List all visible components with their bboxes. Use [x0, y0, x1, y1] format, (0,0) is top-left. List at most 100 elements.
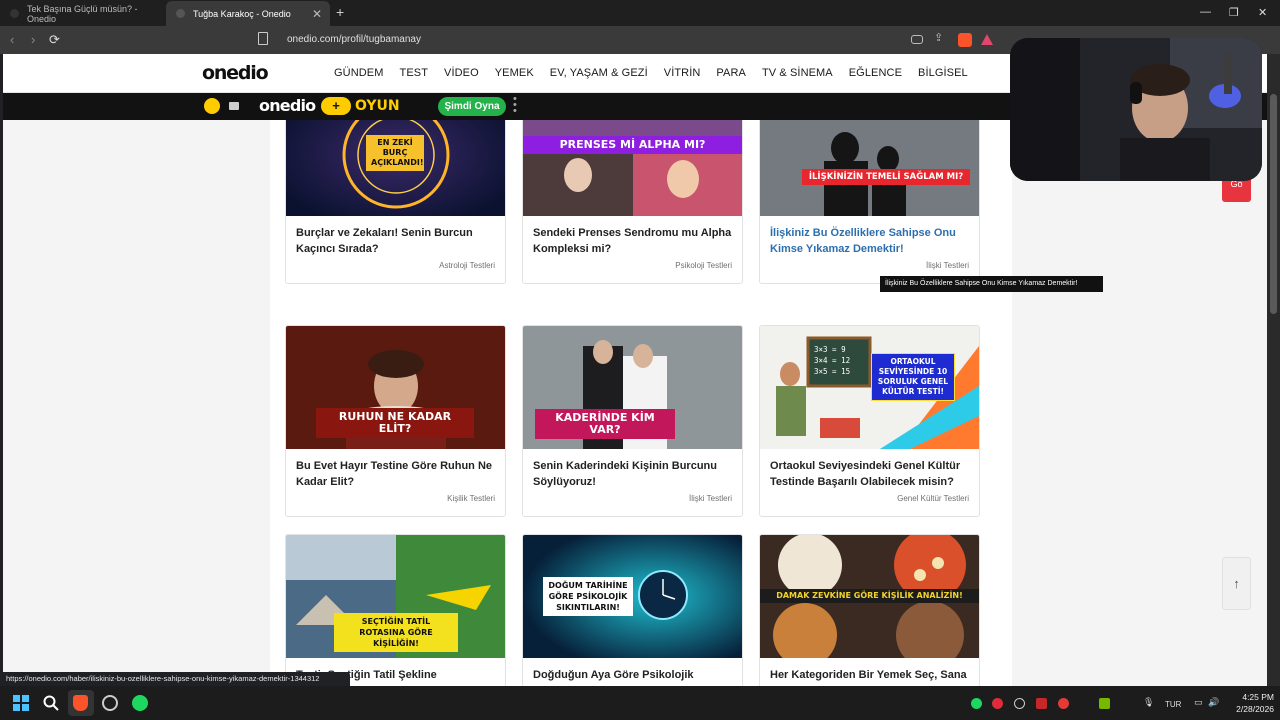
nvidia-icon[interactable]: [1099, 698, 1110, 709]
menu-item-eglence[interactable]: EĞLENCE: [849, 67, 902, 79]
tray-app-icon[interactable]: [992, 698, 1003, 709]
onedio-favicon-icon: [10, 9, 19, 18]
main-menu: GÜNDEM TEST VİDEO YEMEK EV, YAŞAM & GEZİ…: [334, 67, 984, 79]
card-image-caption: EN ZEKİ BURÇ AÇIKLANDI!: [366, 135, 424, 171]
search-icon[interactable]: [43, 695, 59, 711]
menu-item-video[interactable]: VİDEO: [444, 67, 479, 79]
back-icon[interactable]: ‹: [10, 32, 14, 47]
couple-silhouette-image: [760, 120, 979, 216]
test-card[interactable]: KADERİNDE KİM VAR? Senin Kaderindeki Kiş…: [522, 325, 743, 517]
test-card[interactable]: 3×3 = 9 3×4 = 12 3×5 = 15 ORTAOKUL SEVİY…: [759, 325, 980, 517]
brave-browser-icon[interactable]: [73, 695, 88, 711]
scrollbar-thumb[interactable]: [1270, 94, 1277, 314]
test-card[interactable]: SEÇTİĞİN TATİL ROTASINA GÖRE KİŞİLİĞİN! …: [285, 534, 506, 686]
menu-item-test[interactable]: TEST: [400, 67, 429, 79]
card-category[interactable]: İlişki Testleri: [689, 494, 732, 503]
link-tooltip: İlişkiniz Bu Özelliklere Sahipse Onu Kim…: [880, 276, 1103, 292]
tray-app-icon[interactable]: [1014, 698, 1025, 709]
share-icon[interactable]: ⇪: [934, 31, 948, 45]
url-input[interactable]: onedio.com/profil/tugbamanay: [287, 34, 421, 45]
spotify-icon[interactable]: [132, 695, 148, 711]
spotify-tray-icon[interactable]: [971, 698, 982, 709]
oyun-plus-icon: +: [321, 97, 351, 115]
card-title[interactable]: Ortaokul Seviyesindeki Genel Kültür Test…: [770, 458, 970, 490]
blackboard-math: 3×3 = 9 3×4 = 12 3×5 = 15: [814, 344, 850, 377]
restore-icon[interactable]: ❐: [1229, 6, 1239, 19]
gamepad-icon: [204, 98, 220, 114]
card-thumbnail: SEÇTİĞİN TATİL ROTASINA GÖRE KİŞİLİĞİN!: [286, 535, 505, 658]
cast-icon[interactable]: [911, 35, 923, 44]
menu-item-tv-sinema[interactable]: TV & SİNEMA: [762, 67, 833, 79]
reload-icon[interactable]: ⟳: [49, 32, 60, 48]
onedio-logo[interactable]: onedio: [202, 62, 269, 84]
card-image-caption: KADERİNDE KİM VAR?: [535, 409, 675, 439]
close-tab-icon[interactable]: ✕: [312, 7, 322, 21]
page-scrollbar[interactable]: [1267, 54, 1280, 686]
menu-item-bilgisel[interactable]: BİLGİSEL: [918, 67, 968, 79]
tray-app-icon[interactable]: [1036, 698, 1047, 709]
tray-app-icon[interactable]: [1058, 698, 1069, 709]
menu-item-vitrin[interactable]: VİTRİN: [664, 67, 701, 79]
card-title[interactable]: Bu Evet Hayır Testine Göre Ruhun Ne Kada…: [296, 458, 496, 490]
windows-start-icon[interactable]: [13, 695, 29, 711]
card-title[interactable]: Sendeki Prenses Sendromu mu Alpha Komple…: [533, 225, 733, 257]
blackboard-line: 3×4 = 12: [814, 356, 851, 365]
streamer-webcam-image: [1010, 38, 1262, 181]
card-title[interactable]: Her Kategoriden Bir Yemek Seç, Sana: [770, 667, 970, 683]
profile-content: EN ZEKİ BURÇ AÇIKLANDI! Burçlar ve Zekal…: [270, 120, 1012, 686]
test-card[interactable]: RUHUN NE KADAR ELİT? Bu Evet Hayır Testi…: [285, 325, 506, 517]
card-image-caption: DOĞUM TARİHİNE GÖRE PSİKOLOJİK SIKINTILA…: [543, 577, 633, 616]
card-thumbnail: KADERİNDE KİM VAR?: [523, 326, 742, 449]
minimize-icon[interactable]: —: [1200, 6, 1211, 18]
menu-item-para[interactable]: PARA: [716, 67, 746, 79]
card-category[interactable]: İlişki Testleri: [926, 261, 969, 270]
card-thumbnail: EN ZEKİ BURÇ AÇIKLANDI!: [286, 120, 505, 216]
princess-image: [523, 120, 742, 216]
card-image-caption: ORTAOKUL SEVİYESİNDE 10 SORULUK GENEL KÜ…: [871, 353, 955, 401]
tab-title: Tuğba Karakoç - Onedio: [193, 8, 291, 19]
card-category[interactable]: Psikoloji Testleri: [675, 261, 732, 270]
blackboard-line: 3×3 = 9: [814, 345, 846, 354]
test-card[interactable]: İLİŞKİNİZİN TEMELİ SAĞLAM MI? İlişkiniz …: [759, 120, 980, 284]
volume-icon[interactable]: 🔊: [1208, 697, 1219, 708]
card-title[interactable]: Senin Kaderindeki Kişinin Burcunu Söylüy…: [533, 458, 733, 490]
test-card[interactable]: DAMAK ZEVKİNE GÖRE KİŞİLİK ANALİZİN! Her…: [759, 534, 980, 686]
obs-icon[interactable]: [102, 695, 118, 711]
card-category[interactable]: Kişilik Testleri: [447, 494, 495, 503]
menu-item-yemek[interactable]: YEMEK: [495, 67, 534, 79]
card-title[interactable]: İlişkiniz Bu Özelliklere Sahipse Onu Kim…: [770, 225, 970, 257]
brave-rewards-icon[interactable]: [981, 34, 993, 45]
card-title[interactable]: Doğduğun Aya Göre Psikolojik Sıkıntın: [533, 667, 733, 686]
menu-item-gundem[interactable]: GÜNDEM: [334, 67, 384, 79]
tab-title: Tek Başına Güçlü müsün? - Onedio: [27, 3, 138, 24]
more-icon[interactable]: • • •: [513, 94, 517, 117]
close-window-icon[interactable]: ✕: [1258, 6, 1267, 19]
tab-profile[interactable]: Tuğba Karakoç - Onedio ✕: [166, 1, 330, 26]
card-thumbnail: İLİŞKİNİZİN TEMELİ SAĞLAM MI?: [760, 120, 979, 216]
system-clock[interactable]: 4:25 PM 2/28/2026: [1222, 691, 1274, 715]
card-thumbnail: 3×3 = 9 3×4 = 12 3×5 = 15 ORTAOKUL SEVİY…: [760, 326, 979, 449]
new-tab-icon[interactable]: +: [336, 4, 344, 20]
tab-strip: Tek Başına Güçlü müsün? - Onedio Tuğba K…: [0, 0, 1280, 26]
webcam-overlay: [1010, 38, 1262, 181]
network-icon[interactable]: ▭: [1194, 697, 1203, 708]
clock-date: 2/28/2026: [1236, 704, 1274, 714]
scroll-to-top-button[interactable]: ↑: [1222, 557, 1251, 610]
microphone-icon[interactable]: 🎙: [1143, 697, 1154, 708]
forward-icon[interactable]: ›: [31, 32, 35, 47]
bookmark-icon[interactable]: [258, 32, 268, 45]
card-thumbnail: DAMAK ZEVKİNE GÖRE KİŞİLİK ANALİZİN!: [760, 535, 979, 658]
test-card[interactable]: EN ZEKİ BURÇ AÇIKLANDI! Burçlar ve Zekal…: [285, 120, 506, 284]
brave-shields-icon[interactable]: [958, 33, 972, 47]
play-now-button[interactable]: Şimdi Oyna: [438, 97, 506, 116]
card-title[interactable]: Burçlar ve Zekaları! Senin Burcun Kaçınc…: [296, 225, 496, 257]
card-category[interactable]: Astroloji Testleri: [439, 261, 495, 270]
tab-quiz[interactable]: Tek Başına Güçlü müsün? - Onedio: [0, 1, 164, 26]
language-indicator[interactable]: TUR: [1165, 700, 1181, 709]
test-card[interactable]: PRENSES Mİ ALPHA MI? Sendeki Prenses Sen…: [522, 120, 743, 284]
card-image-caption: SEÇTİĞİN TATİL ROTASINA GÖRE KİŞİLİĞİN!: [334, 613, 458, 652]
windows-taskbar: 🎙 TUR ▭ 🔊 4:25 PM 2/28/2026: [0, 686, 1280, 720]
menu-item-ev-yasam-gezi[interactable]: EV, YAŞAM & GEZİ: [550, 67, 648, 79]
card-category[interactable]: Genel Kültür Testleri: [897, 494, 969, 503]
test-card[interactable]: DOĞUM TARİHİNE GÖRE PSİKOLOJİK SIKINTILA…: [522, 534, 743, 686]
